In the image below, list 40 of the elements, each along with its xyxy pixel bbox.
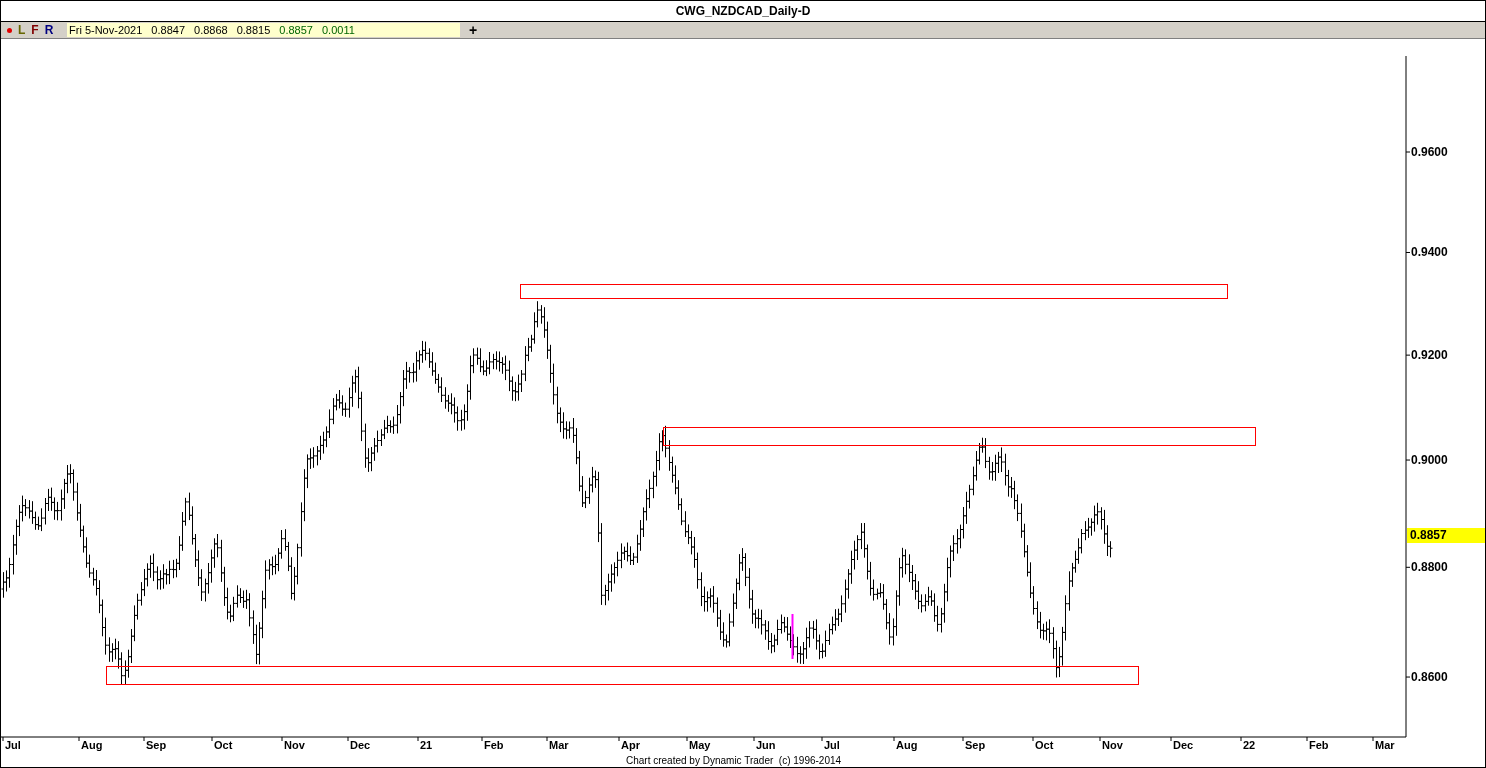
footer-credit: Chart created by Dynamic Trader (c) 1996-2014 <box>626 756 842 766</box>
date-axis-label: Dec <box>1173 740 1194 751</box>
last-price-tag: 0.8857 <box>1407 528 1485 544</box>
date-axis-label: Feb <box>1309 740 1329 751</box>
date-axis-label: Jul <box>824 740 840 751</box>
date-axis-label: 22 <box>1243 740 1256 751</box>
date-axis-label: May <box>689 740 711 751</box>
date-axis-label: Jul <box>5 740 21 751</box>
date-axis-label: 21 <box>420 740 433 751</box>
date-axis-label: Jun <box>756 740 776 751</box>
date-axis-label: Nov <box>284 740 305 751</box>
date-axis-label: Feb <box>484 740 504 751</box>
date-axis-label: Oct <box>1035 740 1054 751</box>
date-axis-label: Oct <box>214 740 233 751</box>
price-axis-label: 0.9400 <box>1411 246 1448 259</box>
price-value: 0.0011 <box>322 24 355 36</box>
price-axis-label: 0.8800 <box>1411 561 1448 574</box>
date-axis-label: Sep <box>146 740 167 751</box>
date-axis-label: Aug <box>81 740 103 751</box>
price-value: 0.8847 <box>151 24 185 36</box>
price-axis-label: 0.9000 <box>1411 454 1448 467</box>
price-axis-label: 0.9200 <box>1411 349 1448 362</box>
price-axis-label: 0.8600 <box>1411 671 1448 684</box>
add-button[interactable]: + <box>467 23 480 37</box>
date-axis-label: Apr <box>621 740 640 751</box>
date-axis-label: Sep <box>965 740 986 751</box>
toolbar-button[interactable]: F <box>31 24 39 36</box>
price-axis-label: 0.9600 <box>1411 146 1448 158</box>
date-axis-label: Mar <box>549 740 569 751</box>
price-value: 0.8857 <box>279 24 313 36</box>
window-title: CWG_NZDCAD_Daily-D <box>675 3 811 20</box>
date-axis-label: Mar <box>1375 740 1395 751</box>
toolbar-button[interactable]: R <box>44 24 54 36</box>
toolbar-button[interactable]: L <box>18 24 26 36</box>
price-value: 0.8868 <box>194 24 228 36</box>
date-axis-label: Nov <box>1102 740 1123 751</box>
date-text: Fri 5-Nov-2021 <box>69 24 143 36</box>
price-value: 0.8815 <box>236 24 271 36</box>
date-axis-label: Dec <box>350 740 371 751</box>
date-axis-label: Aug <box>896 740 918 751</box>
